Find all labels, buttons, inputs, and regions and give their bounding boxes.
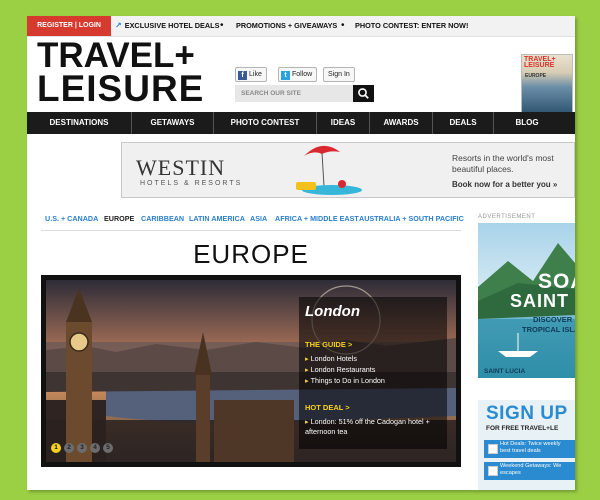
region-tabs: U.S. + CANADA EUROPE CARIBBEAN LATIN AME… — [45, 214, 465, 228]
region-tab-us-canada[interactable]: U.S. + CANADA — [45, 214, 98, 223]
nav-item-awards[interactable]: AWARDS — [370, 112, 432, 134]
signup-subtitle: FOR FREE TRAVEL+LE — [486, 425, 559, 432]
region-tab-africa-middle-east[interactable]: AFRICA + MIDDLE EAST — [275, 214, 359, 223]
arrow-right-icon: ▸ — [305, 354, 309, 363]
region-tab-europe[interactable]: EUROPE — [104, 214, 134, 223]
westin-sub-logo: HOTELS & RESORTS — [140, 180, 243, 187]
separator-dot: • — [341, 20, 345, 31]
newsletter-option-weekend-getaways[interactable]: Weekend Getaways: We escapes — [484, 462, 575, 480]
featured-slideshow[interactable]: London THE GUIDE > ▸ London Hotels ▸ Londo… — [41, 275, 461, 467]
pager-dot-4[interactable]: 4 — [90, 443, 100, 453]
logo-line-2: LEISURE — [37, 68, 205, 110]
newsletter-signup: SIGN UP FOR FREE TRAVEL+LE Hot Deals: Tw… — [478, 400, 575, 490]
arrow-icon: ↗ — [115, 21, 122, 30]
magazine-cover-image[interactable]: TRAVEL+ LEISURE EUROPE — [521, 54, 573, 114]
region-tab-australia-south-pacific[interactable]: AUSTRALIA + SOUTH PACIFIC — [359, 214, 464, 223]
nav-item-destinations[interactable]: DESTINATIONS — [27, 112, 131, 134]
facebook-icon: f — [238, 71, 247, 80]
ad-headline-2: SAINT — [510, 291, 569, 311]
hot-deal-heading-link[interactable]: HOT DEAL > — [305, 403, 350, 412]
checkbox[interactable] — [488, 444, 498, 454]
beach-umbrella-illustration — [296, 145, 362, 195]
facebook-like-button[interactable]: f Like — [235, 67, 267, 82]
nav-item-photo-contest[interactable]: PHOTO CONTEST — [214, 112, 316, 134]
option-label: escapes — [500, 470, 521, 476]
signup-title: SIGN UP — [486, 403, 568, 424]
exclusive-hotel-deals-link[interactable]: ↗ EXCLUSIVE HOTEL DEALS — [115, 16, 219, 36]
search-icon — [358, 88, 369, 99]
nav-item-getaways[interactable]: GETAWAYS — [132, 112, 213, 134]
option-label: Weekend Getaways: We — [500, 463, 562, 469]
westin-ad-tagline: Resorts in the world's most beautiful pl… — [452, 153, 554, 174]
photo-contest-link[interactable]: PHOTO CONTEST: ENTER NOW! — [355, 16, 468, 36]
westin-logo: WESTIN — [136, 155, 226, 180]
sign-in-button[interactable]: Sign In — [323, 67, 355, 82]
nav-item-ideas[interactable]: IDEAS — [317, 112, 369, 134]
guide-link-restaurants[interactable]: ▸ London Restaurants — [305, 365, 375, 374]
option-label: Hot Deals: Twice weekly — [500, 441, 561, 447]
pager-dot-5[interactable]: 5 — [103, 443, 113, 453]
site-logo[interactable]: TRAVEL+ LEISURE — [37, 38, 205, 110]
search-input[interactable] — [235, 85, 353, 102]
guide-heading-link[interactable]: THE GUIDE > — [305, 340, 352, 349]
promotions-giveaways-link[interactable]: PROMOTIONS + GIVEAWAYS — [236, 16, 337, 36]
pager-dot-2[interactable]: 2 — [64, 443, 74, 453]
ad-brand: SAINT LUCIA — [484, 368, 526, 375]
twitter-follow-button[interactable]: t Follow — [278, 67, 318, 82]
magazine-title-2: LEISURE — [524, 62, 555, 70]
page: REGISTER | LOGIN ↗ EXCLUSIVE HOTEL DEALS … — [27, 16, 575, 490]
arrow-right-icon: ▸ — [305, 365, 309, 374]
magazine-subtitle: EUROPE — [525, 73, 547, 79]
region-tab-asia[interactable]: ASIA — [250, 214, 267, 223]
pager-dot-3[interactable]: 3 — [77, 443, 87, 453]
nav-item-deals[interactable]: DEALS — [433, 112, 493, 134]
option-label: best travel deals — [500, 448, 541, 454]
ad-line-4: TROPICAL ISLA — [522, 325, 575, 334]
separator-dot: • — [220, 20, 224, 31]
page-title: EUROPE — [193, 239, 309, 269]
advertisement-label: ADVERTISEMENT — [478, 214, 536, 220]
main-nav: DESTINATIONS GETAWAYS PHOTO CONTEST IDEA… — [27, 112, 575, 134]
westin-ad-banner[interactable]: WESTIN HOTELS & RESORTS Resorts in the w… — [121, 142, 575, 198]
pager-dot-1[interactable]: 1 — [51, 443, 61, 453]
hot-deal-link[interactable]: ▸ London: 51% off the Cadogan hotel + af… — [305, 417, 445, 437]
guide-link-things-to-do[interactable]: ▸ Things to Do in London — [305, 376, 385, 385]
guide-link-hotels[interactable]: ▸ London Hotels — [305, 354, 357, 363]
newsletter-option-hot-deals[interactable]: Hot Deals: Twice weekly best travel deals — [484, 440, 575, 458]
region-tab-latin-america[interactable]: LATIN AMERICA — [189, 214, 245, 223]
saint-lucia-ad[interactable]: SOA SAINT DISCOVER TROPICAL ISLA SAINT L… — [478, 223, 575, 378]
region-tab-caribbean[interactable]: CARIBBEAN — [141, 214, 184, 223]
search-button[interactable] — [353, 85, 374, 102]
top-utility-bar: REGISTER | LOGIN ↗ EXCLUSIVE HOTEL DEALS … — [27, 16, 575, 37]
checkbox[interactable] — [488, 466, 498, 476]
nav-item-blog[interactable]: BLOG — [494, 112, 560, 134]
westin-ad-cta[interactable]: Book now for a better you » — [452, 180, 557, 189]
region-divider — [41, 230, 461, 231]
arrow-right-icon: ▸ — [305, 376, 309, 385]
register-login-button[interactable]: REGISTER | LOGIN — [27, 16, 111, 36]
ad-line-3: DISCOVER — [533, 315, 573, 324]
slide-city-title[interactable]: London — [305, 303, 360, 320]
twitter-icon: t — [281, 71, 290, 80]
